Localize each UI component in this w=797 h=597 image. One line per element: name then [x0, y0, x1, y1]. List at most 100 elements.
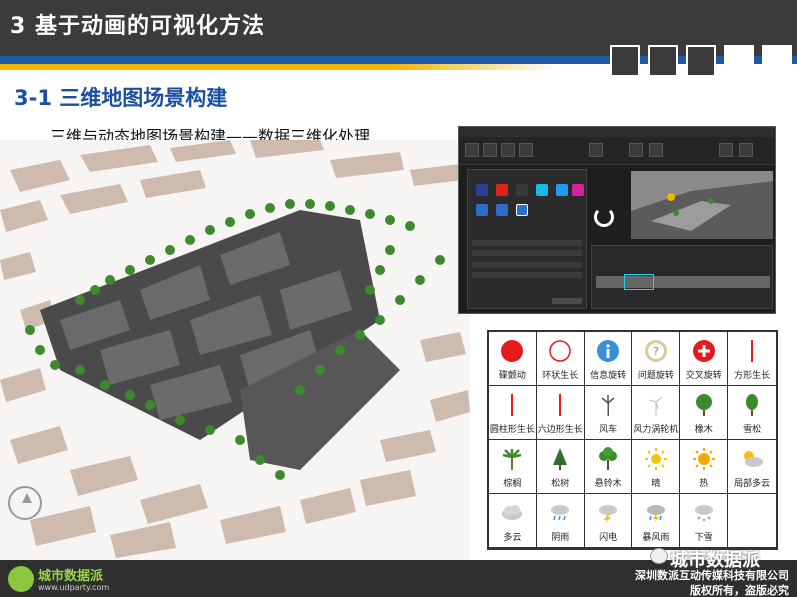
sun-icon — [642, 445, 670, 473]
footer-logo-url: www.udparty.com — [38, 583, 110, 592]
icon-cell-label: 方形生长 — [734, 370, 771, 381]
icon-cell[interactable]: 悬铃木 — [584, 440, 633, 494]
icon-cell[interactable]: 阴雨 — [536, 494, 585, 548]
toolbar-button[interactable] — [739, 143, 753, 157]
red-line-icon — [546, 391, 574, 419]
section-title: 3-1 三维地图场景构建 — [14, 86, 228, 110]
header-square-outline — [686, 45, 716, 77]
toolbar-button[interactable] — [719, 143, 733, 157]
icon-cell-label: 橡木 — [694, 424, 713, 435]
icon-cell[interactable]: 碟颤动 — [489, 332, 537, 386]
info-icon — [594, 337, 622, 365]
toolbar-button[interactable] — [649, 143, 663, 157]
icon-cell[interactable]: 橡木 — [680, 386, 729, 440]
panel-option-row[interactable] — [472, 262, 582, 268]
udparty-logo-icon — [8, 566, 34, 592]
windmill-icon — [594, 391, 622, 419]
export-option-icon[interactable] — [476, 184, 488, 196]
panel-option-row[interactable] — [472, 240, 582, 246]
panel-option-row[interactable] — [472, 272, 582, 278]
header-yellow-stripe — [0, 64, 560, 70]
timeline-track[interactable] — [596, 276, 770, 288]
lightning-icon — [594, 499, 622, 527]
header-square-outline — [648, 45, 678, 77]
empty-cell — [728, 494, 776, 548]
toolbar-button[interactable] — [519, 143, 533, 157]
cloudy-icon — [498, 499, 526, 527]
icon-cell[interactable]: 方形生长 — [728, 332, 776, 386]
toolbar-button[interactable] — [483, 143, 497, 157]
icon-cell[interactable]: 下雪 — [680, 494, 729, 548]
hot-sun-icon — [690, 445, 718, 473]
twitter-icon[interactable] — [556, 184, 568, 196]
icon-cell[interactable]: 晴 — [632, 440, 681, 494]
icon-cell[interactable]: 六边形生长 — [536, 386, 585, 440]
export-option-icon[interactable] — [496, 204, 508, 216]
toolbar-button[interactable] — [589, 143, 603, 157]
header-square-filled — [762, 45, 792, 77]
software-menubar — [459, 127, 775, 137]
icon-cell-label: 环状生长 — [542, 370, 579, 381]
animation-icon-grid: 碟颤动 环状生长 信息旋转 ? 问题旋转 交叉旋转 方形生长 圆柱形生长 六边形… — [487, 330, 778, 550]
footer-rights: 版权所有，盗版必究 — [690, 584, 789, 597]
red-line-icon — [738, 337, 766, 365]
icon-cell[interactable]: 热 — [680, 440, 729, 494]
software-window — [458, 126, 776, 314]
red-line-icon — [498, 391, 526, 419]
export-option-icon[interactable] — [516, 184, 528, 196]
icon-cell[interactable]: 松树 — [536, 440, 585, 494]
export-option-icon[interactable] — [476, 204, 488, 216]
icon-cell-label: 热 — [699, 478, 709, 489]
rain-icon — [546, 499, 574, 527]
icon-cell-label: 雪松 — [743, 424, 762, 435]
icon-cell[interactable]: ? 问题旋转 — [632, 332, 681, 386]
toolbar-button[interactable] — [465, 143, 479, 157]
icon-cell[interactable]: 风车 — [584, 386, 633, 440]
partly-cloudy-icon — [738, 445, 766, 473]
icon-cell[interactable]: 暴风雨 — [632, 494, 681, 548]
icon-cell[interactable]: 棕榈 — [489, 440, 537, 494]
icon-cell[interactable]: 信息旋转 — [584, 332, 633, 386]
icon-cell[interactable]: 雪松 — [728, 386, 776, 440]
icon-cell-label: 风力涡轮机 — [633, 424, 679, 435]
icon-cell[interactable]: 局部多云 — [728, 440, 776, 494]
icon-cell[interactable]: 风力涡轮机 — [632, 386, 681, 440]
icon-cell[interactable]: 多云 — [489, 494, 537, 548]
pine-tree-icon — [546, 445, 574, 473]
wind-turbine-icon — [642, 391, 670, 419]
cedar-tree-icon — [738, 391, 766, 419]
toolbar-button[interactable] — [629, 143, 643, 157]
red-dot-icon — [498, 337, 526, 365]
ring-icon — [546, 337, 574, 365]
icon-cell-label: 棕榈 — [503, 478, 522, 489]
wechat-icon — [650, 548, 668, 564]
icon-cell[interactable]: 交叉旋转 — [680, 332, 729, 386]
city-3d-map-illustration — [0, 140, 470, 560]
icon-cell[interactable]: 环状生长 — [536, 332, 585, 386]
instagram-icon[interactable] — [572, 184, 584, 196]
timeline-selection[interactable] — [624, 274, 654, 290]
question-icon: ? — [642, 337, 670, 365]
icon-cell[interactable]: 圆柱形生长 — [489, 386, 537, 440]
icon-cell-label: 暴风雨 — [642, 532, 670, 543]
export-option-icon[interactable] — [516, 204, 528, 216]
icon-cell-label: 下雪 — [694, 532, 713, 543]
icon-cell-label: 圆柱形生长 — [489, 424, 535, 435]
footer-logo-text: 城市数据派 — [38, 569, 104, 584]
snow-icon — [690, 499, 718, 527]
slide-title: 3 基于动画的可视化方法 — [10, 14, 265, 39]
icon-cell-label: 问题旋转 — [637, 370, 674, 381]
icon-cell-label: 风车 — [599, 424, 618, 435]
vimeo-icon[interactable] — [536, 184, 548, 196]
icon-cell-label: 晴 — [651, 478, 661, 489]
compass-icon[interactable] — [8, 486, 42, 520]
header-square-outline — [610, 45, 640, 77]
icon-cell[interactable]: 闪电 — [584, 494, 633, 548]
city-3d-map — [0, 140, 470, 560]
panel-option-row[interactable] — [472, 250, 582, 256]
panel-ok-button[interactable] — [552, 298, 582, 304]
toolbar-button[interactable] — [501, 143, 515, 157]
youtube-icon[interactable] — [496, 184, 508, 196]
oak-tree-icon — [690, 391, 718, 419]
icon-cell-label: 多云 — [503, 532, 522, 543]
